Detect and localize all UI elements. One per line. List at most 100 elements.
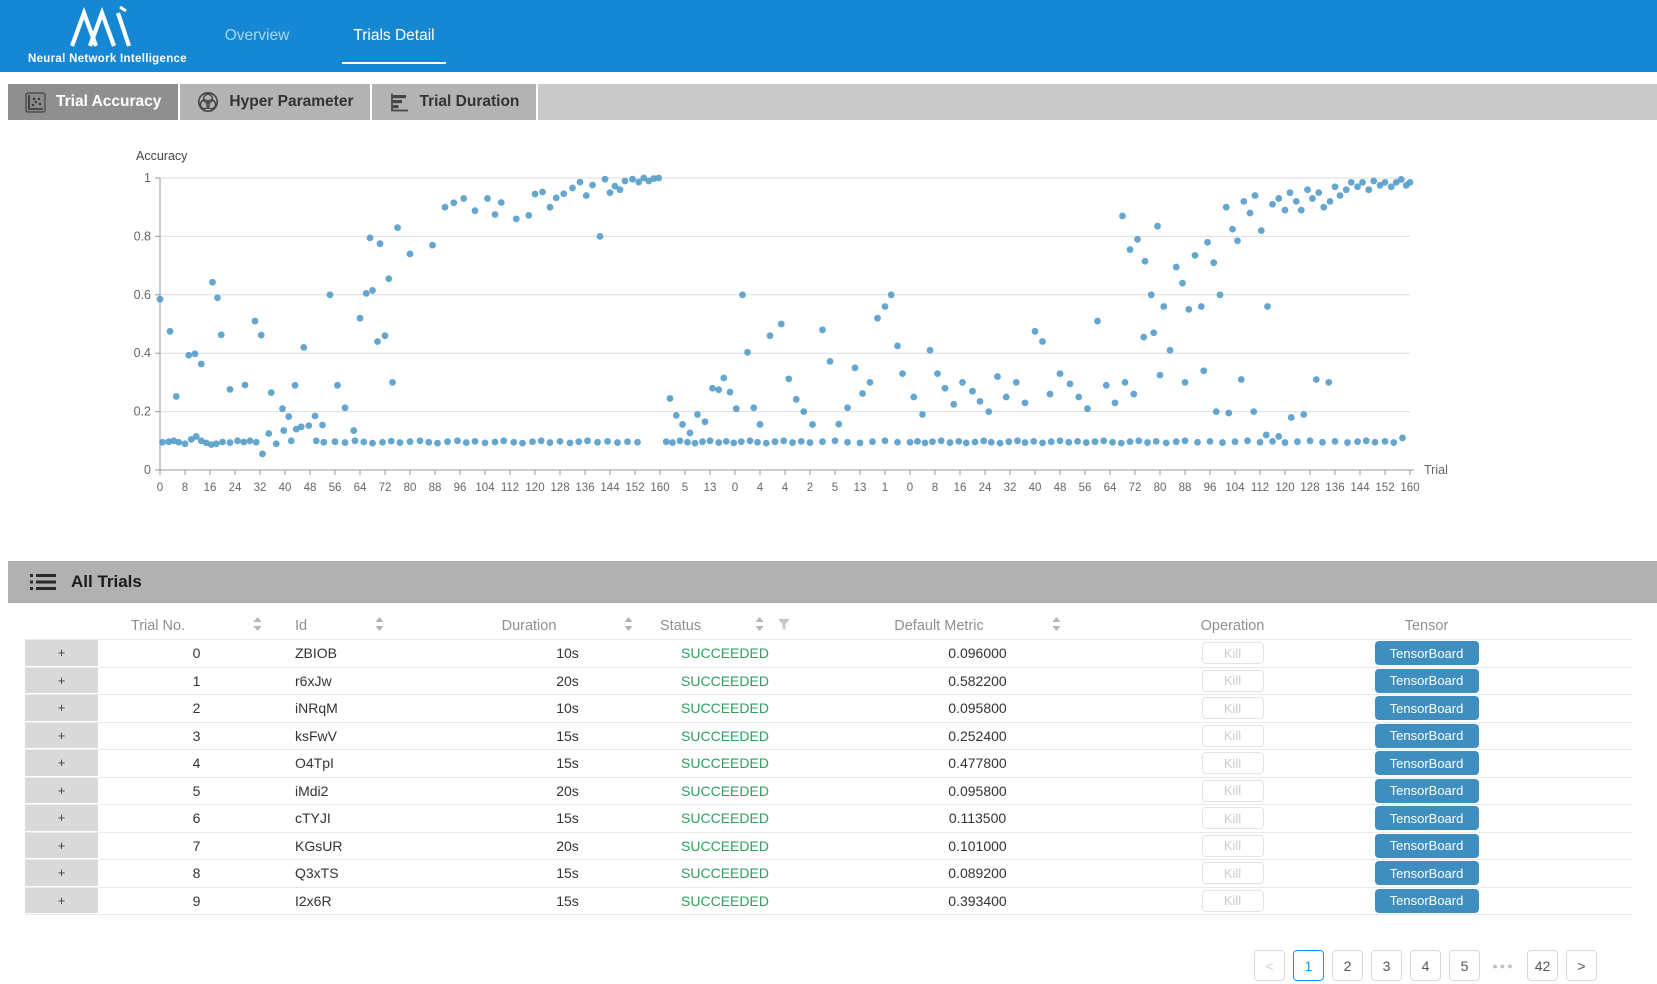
trial-id-cell: ksFwV <box>295 723 475 750</box>
expand-row-button[interactable]: + <box>25 668 98 695</box>
column-header-expander <box>25 612 98 639</box>
kill-button[interactable]: Kill <box>1202 807 1264 829</box>
operation-cell: Kill <box>1165 668 1300 695</box>
page-ellipsis: ●●● <box>1488 950 1519 981</box>
svg-text:64: 64 <box>354 482 367 494</box>
tab-hyper-parameter[interactable]: Hyper Parameter <box>180 84 372 120</box>
expand-row-button[interactable]: + <box>25 640 98 667</box>
column-label: Default Metric <box>894 618 983 634</box>
expand-row-button[interactable]: + <box>25 860 98 887</box>
duration-cell: 20s <box>475 668 660 695</box>
kill-button[interactable]: Kill <box>1202 670 1264 692</box>
page-button-4[interactable]: 4 <box>1410 950 1441 981</box>
default-metric-cell: 0.252400 <box>790 723 1165 750</box>
nav-tab-overview[interactable]: Overview <box>212 0 302 72</box>
svg-text:48: 48 <box>1054 482 1067 494</box>
tensorboard-button[interactable]: TensorBoard <box>1375 641 1479 665</box>
sort-icon[interactable] <box>375 617 384 635</box>
trials-table: Trial No.IdDurationStatus Default Metric O… <box>25 612 1633 915</box>
kill-button[interactable]: Kill <box>1202 752 1264 774</box>
kill-button[interactable]: Kill <box>1202 697 1264 719</box>
tensorboard-button[interactable]: TensorBoard <box>1375 779 1479 803</box>
expand-row-button[interactable]: + <box>25 888 98 915</box>
kill-button[interactable]: Kill <box>1202 835 1264 857</box>
pagination: <12345 ●●● 42 > <box>1254 950 1597 981</box>
table-row: +1r6xJw20sSUCCEEDED0.582200KillTensorBoa… <box>25 668 1633 696</box>
table-row: +2iNRqM10sSUCCEEDED0.095800KillTensorBoa… <box>25 695 1633 723</box>
expand-row-button[interactable]: + <box>25 723 98 750</box>
column-header-id[interactable]: Id <box>295 612 475 639</box>
page-button-3[interactable]: 3 <box>1371 950 1402 981</box>
svg-text:Accuracy: Accuracy <box>136 149 188 163</box>
tensorboard-button[interactable]: TensorBoard <box>1375 751 1479 775</box>
tensorboard-button[interactable]: TensorBoard <box>1375 889 1479 913</box>
duration-cell: 20s <box>475 833 660 860</box>
tensorboard-button[interactable]: TensorBoard <box>1375 834 1479 858</box>
tensorboard-button[interactable]: TensorBoard <box>1375 669 1479 693</box>
kill-button[interactable]: Kill <box>1202 780 1264 802</box>
duration-cell: 15s <box>475 805 660 832</box>
expand-row-button[interactable]: + <box>25 833 98 860</box>
tensor-cell: TensorBoard <box>1300 778 1633 805</box>
column-header-duration[interactable]: Duration <box>475 612 660 639</box>
trial-id-cell: KGsUR <box>295 833 475 860</box>
expand-row-button[interactable]: + <box>25 778 98 805</box>
list-icon <box>30 572 56 592</box>
kill-button[interactable]: Kill <box>1202 862 1264 884</box>
status-badge: SUCCEEDED <box>660 695 790 722</box>
trial-no-cell: 3 <box>98 723 295 750</box>
sort-icon[interactable] <box>755 617 764 635</box>
duration-cell: 15s <box>475 750 660 777</box>
operation-cell: Kill <box>1165 805 1300 832</box>
tensorboard-button[interactable]: TensorBoard <box>1375 696 1479 720</box>
kill-button[interactable]: Kill <box>1202 890 1264 912</box>
column-header-trial_no[interactable]: Trial No. <box>98 612 295 639</box>
column-header-status[interactable]: Status <box>660 612 790 639</box>
expand-row-button[interactable]: + <box>25 750 98 777</box>
trial-no-cell: 7 <box>98 833 295 860</box>
next-page-button[interactable]: > <box>1566 950 1597 981</box>
kill-button[interactable]: Kill <box>1202 725 1264 747</box>
svg-text:120: 120 <box>1275 482 1294 494</box>
tensor-cell: TensorBoard <box>1300 640 1633 667</box>
tensorboard-button[interactable]: TensorBoard <box>1375 724 1479 748</box>
svg-text:0: 0 <box>732 482 738 494</box>
page-button-42[interactable]: 42 <box>1527 950 1558 981</box>
table-header-row: Trial No.IdDurationStatusDefault MetricO… <box>25 612 1633 640</box>
tensorboard-button[interactable]: TensorBoard <box>1375 861 1479 885</box>
prev-page-button[interactable]: < <box>1254 950 1285 981</box>
expand-row-button[interactable]: + <box>25 695 98 722</box>
trial-id-cell: I2x6R <box>295 888 475 915</box>
svg-text:13: 13 <box>704 482 717 494</box>
page-button-5[interactable]: 5 <box>1449 950 1480 981</box>
page-button-2[interactable]: 2 <box>1332 950 1363 981</box>
svg-text:32: 32 <box>1004 482 1017 494</box>
expand-row-button[interactable]: + <box>25 805 98 832</box>
page-button-1[interactable]: 1 <box>1293 950 1324 981</box>
svg-text:16: 16 <box>204 482 217 494</box>
status-badge: SUCCEEDED <box>660 805 790 832</box>
svg-text:144: 144 <box>1350 482 1370 494</box>
operation-cell: Kill <box>1165 750 1300 777</box>
trial-id-cell: r6xJw <box>295 668 475 695</box>
trial-no-cell: 6 <box>98 805 295 832</box>
sort-icon[interactable] <box>624 617 633 635</box>
hbar-chart-icon <box>389 92 409 112</box>
default-metric-cell: 0.113500 <box>790 805 1165 832</box>
kill-button[interactable]: Kill <box>1202 642 1264 664</box>
tab-trial-accuracy[interactable]: Trial Accuracy <box>8 84 180 120</box>
sort-icon[interactable] <box>253 617 262 635</box>
svg-text:0.8: 0.8 <box>134 229 151 243</box>
sort-icon[interactable] <box>1052 617 1061 635</box>
tab-trial-duration[interactable]: Trial Duration <box>372 84 538 120</box>
trial-id-cell: cTYJI <box>295 805 475 832</box>
tab-label: Trial Duration <box>419 93 519 111</box>
filter-icon[interactable] <box>778 618 790 634</box>
tensorboard-button[interactable]: TensorBoard <box>1375 806 1479 830</box>
default-metric-cell: 0.089200 <box>790 860 1165 887</box>
svg-text:0: 0 <box>144 463 151 477</box>
column-header-default_metric[interactable]: Default Metric <box>790 612 1165 639</box>
trial-id-cell: O4TpI <box>295 750 475 777</box>
svg-text:8: 8 <box>182 482 188 494</box>
svg-text:128: 128 <box>1300 482 1319 494</box>
